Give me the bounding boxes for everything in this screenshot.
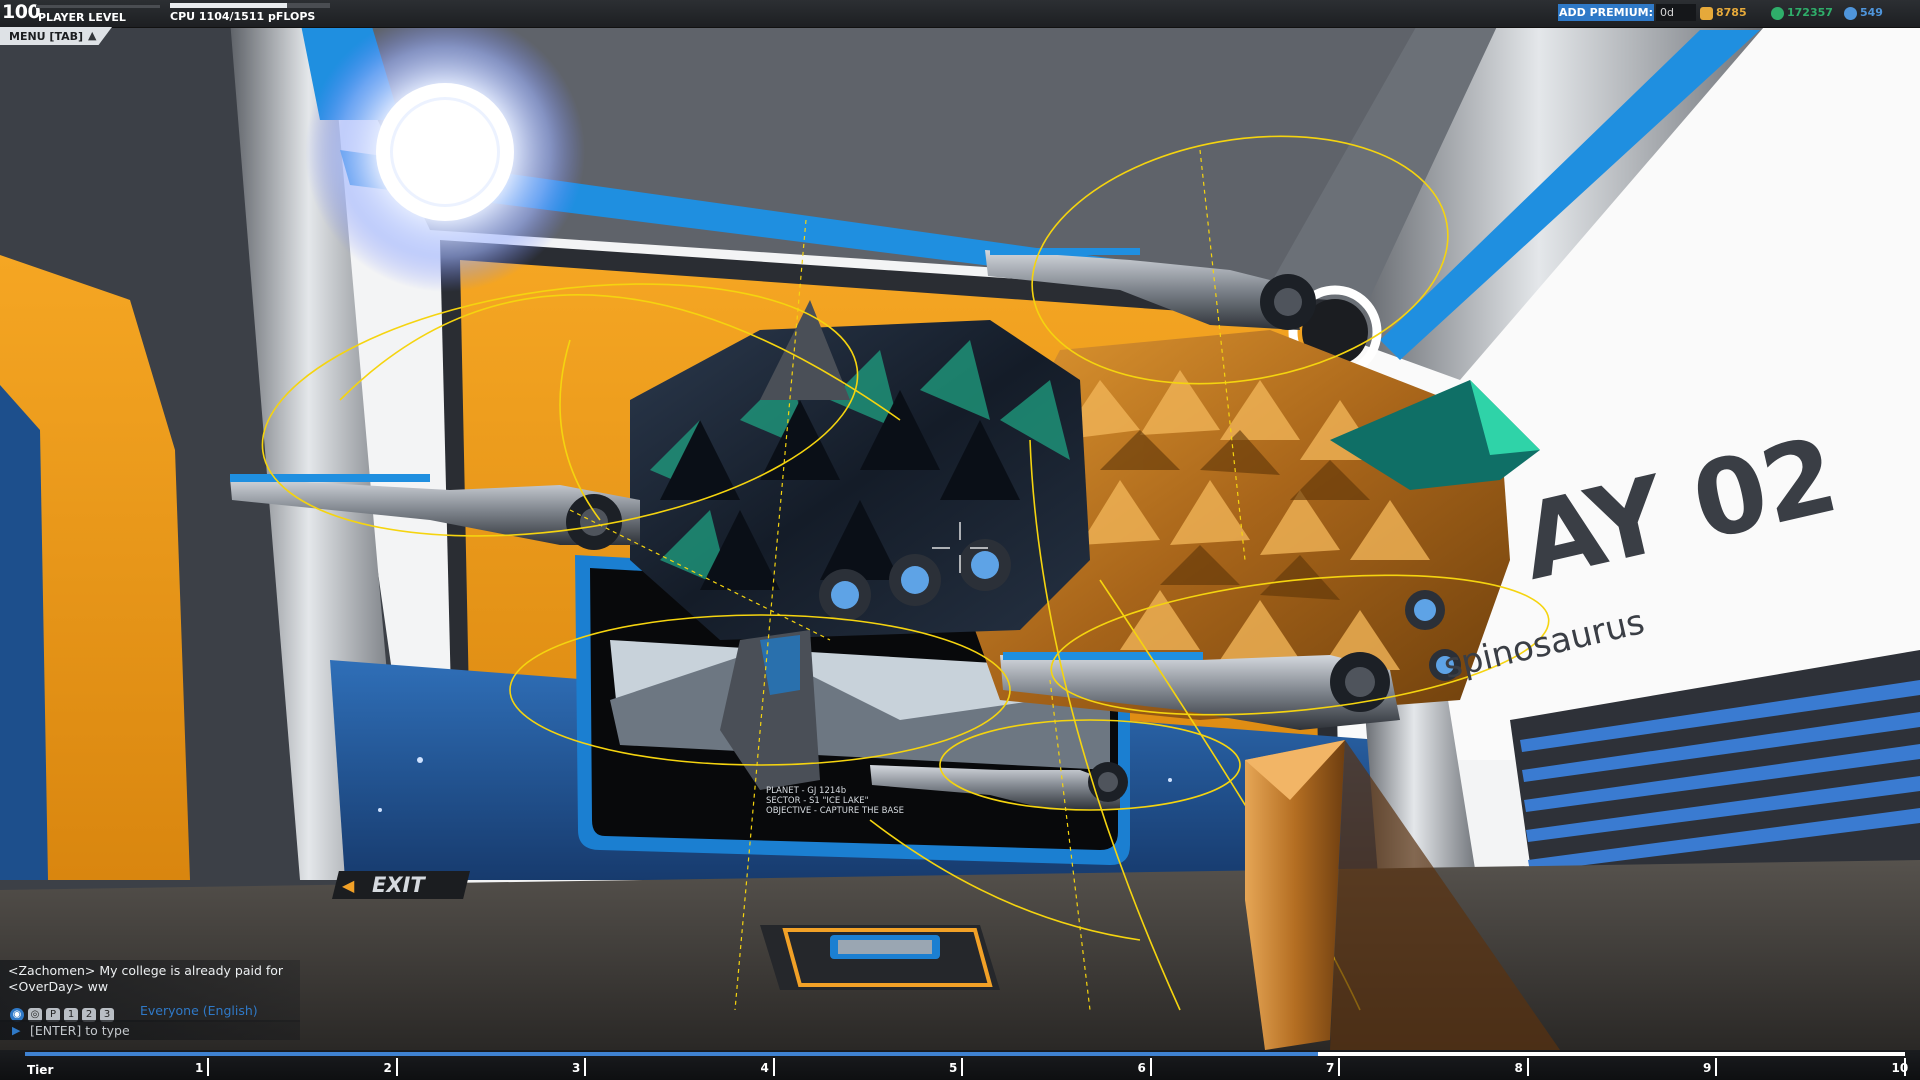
cc-icon [1844,6,1857,20]
exit-label[interactable]: EXIT [372,873,425,897]
player-level-label: PLAYER LEVEL [38,11,126,24]
tier-tick-label: 3 [572,1061,581,1075]
chevron-up-icon: ▲ [88,29,97,42]
tier-tick [1715,1058,1717,1076]
cpu-bar [170,3,330,8]
cc-value: 549 [1860,6,1883,19]
tier-tick [584,1058,586,1076]
chat-input-placeholder: [ENTER] to type [30,1023,130,1038]
robits-icon [1700,6,1713,20]
tier-tick-label: 9 [1703,1061,1712,1075]
player-level-value: 100 [2,1,41,23]
tier-progress-fill [25,1052,1319,1056]
mission-info: PLANET - GJ 1214b SECTOR - S1 "ICE LAKE"… [766,786,904,816]
tier-tick [1338,1058,1340,1076]
cc-balance: 549 [1844,4,1883,21]
tier-tick [772,1058,775,1076]
player-level-progress [36,5,160,8]
tier-tick-label: 7 [1326,1061,1335,1075]
robits-balance: 8785 [1700,4,1747,21]
mission-objective: OBJECTIVE - CAPTURE THE BASE [766,806,905,816]
rp-icon [1771,6,1784,20]
mission-planet: PLANET - GJ 1214b [766,786,847,796]
tier-tick-label: 6 [1137,1061,1146,1075]
tier-tick [1149,1058,1152,1076]
tier-tick-label: 5 [949,1061,958,1075]
tier-tick-label: 4 [760,1061,769,1075]
premium-days: 0d [1656,4,1696,21]
exit-arrow-icon: ◀ [342,876,355,895]
tier-tick [207,1058,209,1076]
cpu-meter: CPU 1104/1511 pFLOPS [170,3,330,23]
mission-sector: SECTOR - S1 "ICE LAKE" [766,796,869,806]
menu-tab-label: MENU [TAB] [9,30,84,43]
chat-channel-name[interactable]: Everyone (English) [140,1003,258,1018]
chat-message: <OverDay> ww [8,979,109,994]
tier-tick-label: 10 [1891,1061,1909,1075]
cpu-text: CPU 1104/1511 pFLOPS [170,10,316,23]
tier-tick [961,1058,963,1076]
tier-label: Tier [27,1063,54,1077]
tier-tick-label: 2 [383,1061,392,1075]
tier-tick-label: 1 [195,1061,204,1075]
play-icon: ▶ [12,1024,21,1037]
tier-tick [395,1058,398,1076]
add-premium-button[interactable]: ADD PREMIUM: [1558,4,1654,21]
rp-value: 172357 [1787,6,1833,19]
top-hud-bar: 100 PLAYER LEVEL CPU 1104/1511 pFLOPS AD… [0,0,1920,28]
chat-channel-icons: ◉ ◎ P 1 2 3 [10,1002,118,1022]
menu-tab-button[interactable]: MENU [TAB] ▲ [0,27,112,45]
tier-tick [1526,1058,1529,1076]
chat-message: <Zachomen> My college is already paid fo… [8,963,284,978]
tier-tick-label: 8 [1514,1061,1523,1075]
robits-value: 8785 [1716,6,1747,19]
rp-balance: 172357 [1771,4,1833,21]
